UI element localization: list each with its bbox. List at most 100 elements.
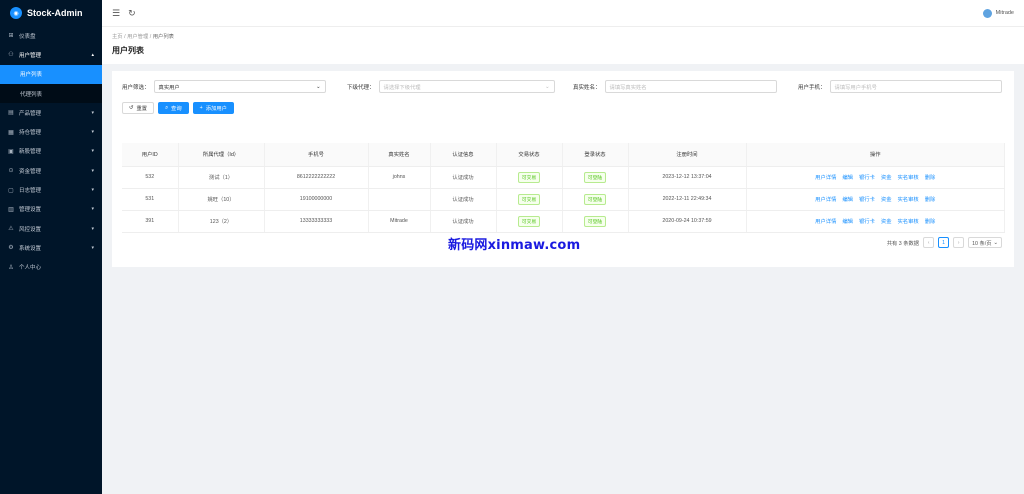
sidebar-item-risk[interactable]: ⚠ 风控设置 ▾: [0, 219, 102, 238]
agent-select[interactable]: 请选择下级代理 ⌄: [378, 80, 555, 93]
trade-status-badge: 可交易: [517, 193, 541, 205]
ipo-icon: ▣: [8, 148, 14, 155]
sidebar-item-positions[interactable]: ▦ 持仓管理 ▾: [0, 122, 102, 141]
user-menu[interactable]: Mitrade: [982, 8, 1014, 18]
reset-button[interactable]: ↺ 重置: [122, 102, 155, 114]
app-logo[interactable]: ◉ Stock-Admin: [0, 0, 102, 26]
app-name: Stock-Admin: [27, 8, 83, 18]
users-icon: ⚇: [8, 52, 14, 59]
page-button[interactable]: 1: [938, 237, 950, 248]
verify-link[interactable]: 实名审核: [898, 217, 919, 225]
chevron-down-icon: ▾: [91, 129, 94, 136]
trade-status-badge: 可交易: [517, 171, 541, 183]
col-register-time: 注册时间: [628, 143, 747, 167]
col-auth: 认证信息: [430, 143, 497, 167]
action-buttons: ↺ 重置 ⌕ 查询 + 添加用户: [122, 102, 234, 114]
table-row: 532 测试（1） 8612222222222 johns 认证成功 可交易 可…: [122, 166, 1005, 189]
user-filter: 用户筛选： 真实用户 ⌄: [122, 80, 326, 93]
user-detail-link[interactable]: 用户详情: [815, 195, 836, 203]
user-table: 用户ID 所属代理（Id） 手机号 真实姓名 认证信息 交易状态 登录状态 注册…: [122, 143, 1005, 233]
chevron-down-icon: ▾: [91, 167, 94, 174]
breadcrumb-current: 用户列表: [152, 34, 174, 40]
page-size-select[interactable]: 10 条/页 ⌄: [968, 237, 1002, 248]
row-actions: 用户详情 编辑 银行卡 资金 实名审核 删除: [747, 195, 1005, 203]
dashboard-icon: ⊞: [8, 33, 14, 40]
row-actions: 用户详情 编辑 银行卡 资金 实名审核 删除: [747, 173, 1005, 181]
sidebar-item-products[interactable]: ▤ 产品管理 ▾: [0, 103, 102, 122]
reset-icon: ↺: [129, 105, 134, 111]
sidebar-item-user-management[interactable]: ⚇ 用户管理 ▴: [0, 45, 102, 64]
sidebar-item-dashboard[interactable]: ⊞ 仪表盘: [0, 26, 102, 45]
position-icon: ▦: [8, 129, 14, 136]
trade-status-badge: 可交易: [517, 215, 541, 227]
system-settings-icon: ⚙: [8, 245, 14, 252]
refresh-icon[interactable]: ↻: [128, 8, 136, 19]
funds-link[interactable]: 资金: [881, 195, 892, 203]
page-header: 主页 / 用户管理 / 用户列表 用户列表: [102, 26, 1024, 64]
search-icon: ⌕: [165, 104, 169, 111]
user-submenu: 用户列表 代理列表: [0, 64, 102, 104]
col-phone: 手机号: [264, 143, 369, 167]
product-icon: ▤: [8, 110, 14, 117]
page-title: 用户列表: [112, 46, 144, 55]
sidebar-item-funds[interactable]: ⊙ 资金管理 ▾: [0, 161, 102, 180]
add-user-button[interactable]: + 添加用户: [192, 102, 234, 114]
chevron-down-icon: ▾: [91, 244, 94, 251]
table-header-row: 用户ID 所属代理（Id） 手机号 真实姓名 认证信息 交易状态 登录状态 注册…: [122, 143, 1005, 167]
sidebar-item-agent-list[interactable]: 代理列表: [0, 84, 102, 103]
col-actions: 操作: [746, 143, 1005, 167]
funds-link[interactable]: 资金: [881, 173, 892, 181]
menu-fold-icon[interactable]: ☰: [112, 8, 120, 19]
col-agent: 所属代理（Id）: [178, 143, 265, 167]
sidebar-item-profile[interactable]: ♙ 个人中心: [0, 258, 102, 277]
user-filter-select[interactable]: 真实用户 ⌄: [153, 80, 326, 93]
bank-card-link[interactable]: 银行卡: [859, 195, 875, 203]
logo-icon: ◉: [10, 7, 22, 19]
login-status-badge: 可登陆: [583, 193, 607, 205]
pagination: 共有 3 条数据 ‹ 1 › 10 条/页 ⌄: [887, 237, 1002, 248]
user-detail-link[interactable]: 用户详情: [815, 217, 836, 225]
delete-link[interactable]: 删除: [925, 217, 936, 225]
table-row: 531 姚旺（10） 19100000000 认证成功 可交易 可登陆 2022…: [122, 188, 1005, 211]
fund-icon: ⊙: [8, 168, 14, 175]
row-actions: 用户详情 编辑 银行卡 资金 实名审核 删除: [747, 217, 1005, 225]
name-filter: 真实姓名： 请填写真实姓名: [573, 80, 777, 93]
col-real-name: 真实姓名: [368, 143, 431, 167]
edit-link[interactable]: 编辑: [842, 195, 853, 203]
search-button[interactable]: ⌕ 查询: [158, 102, 189, 114]
sidebar-item-user-list[interactable]: 用户列表: [0, 64, 102, 84]
sidebar-item-logs[interactable]: ▢ 日志管理 ▾: [0, 180, 102, 199]
chevron-down-icon: ▾: [91, 187, 94, 194]
breadcrumb: 主页 / 用户管理 / 用户列表: [112, 34, 174, 40]
plus-icon: +: [199, 105, 203, 111]
sidebar: ◉ Stock-Admin ⊞ 仪表盘 ⚇ 用户管理 ▴ 用户列表 代理列表 ▤ 产品管…: [0, 0, 102, 494]
breadcrumb-home[interactable]: 主页: [112, 34, 123, 40]
sidebar-item-ipo[interactable]: ▣ 新股管理 ▾: [0, 142, 102, 161]
sidebar-item-system-settings[interactable]: ⚙ 系统设置 ▾: [0, 238, 102, 257]
sidebar-menu: ⊞ 仪表盘 ⚇ 用户管理 ▴ 用户列表 代理列表 ▤ 产品管理 ▾ ▦ 持仓管理 ▾ ▣ 新股管…: [0, 26, 102, 277]
watermark: 新码网xinmaw.com: [448, 238, 581, 253]
total-count: 共有 3 条数据: [886, 240, 920, 247]
chevron-down-icon: ▾: [91, 206, 94, 213]
next-page-button[interactable]: ›: [953, 237, 965, 248]
bank-card-link[interactable]: 银行卡: [859, 217, 875, 225]
delete-link[interactable]: 删除: [925, 173, 936, 181]
edit-link[interactable]: 编辑: [842, 217, 853, 225]
edit-link[interactable]: 编辑: [842, 173, 853, 181]
sidebar-item-admin-settings[interactable]: ▥ 管理设置 ▾: [0, 200, 102, 219]
verify-link[interactable]: 实名审核: [898, 173, 919, 181]
chevron-down-icon: ▾: [91, 148, 94, 155]
filter-bar: 用户筛选： 真实用户 ⌄ 下级代理： 请选择下级代理 ⌄ 真实姓名： 请填写真实…: [122, 80, 1007, 94]
user-detail-link[interactable]: 用户详情: [815, 173, 836, 181]
phone-input[interactable]: 请填写用户手机号: [829, 80, 1002, 93]
breadcrumb-parent[interactable]: 用户管理: [127, 34, 148, 40]
delete-link[interactable]: 删除: [925, 195, 936, 203]
bank-card-link[interactable]: 银行卡: [859, 173, 875, 181]
verify-link[interactable]: 实名审核: [898, 195, 919, 203]
phone-filter: 用户手机： 请填写用户手机号: [798, 80, 1002, 93]
top-header: ☰ ↻ Mitrade: [102, 0, 1024, 26]
funds-link[interactable]: 资金: [881, 217, 892, 225]
name-input[interactable]: 请填写真实姓名: [604, 80, 777, 93]
chevron-down-icon: ⌄: [316, 83, 321, 90]
prev-page-button[interactable]: ‹: [923, 237, 935, 248]
